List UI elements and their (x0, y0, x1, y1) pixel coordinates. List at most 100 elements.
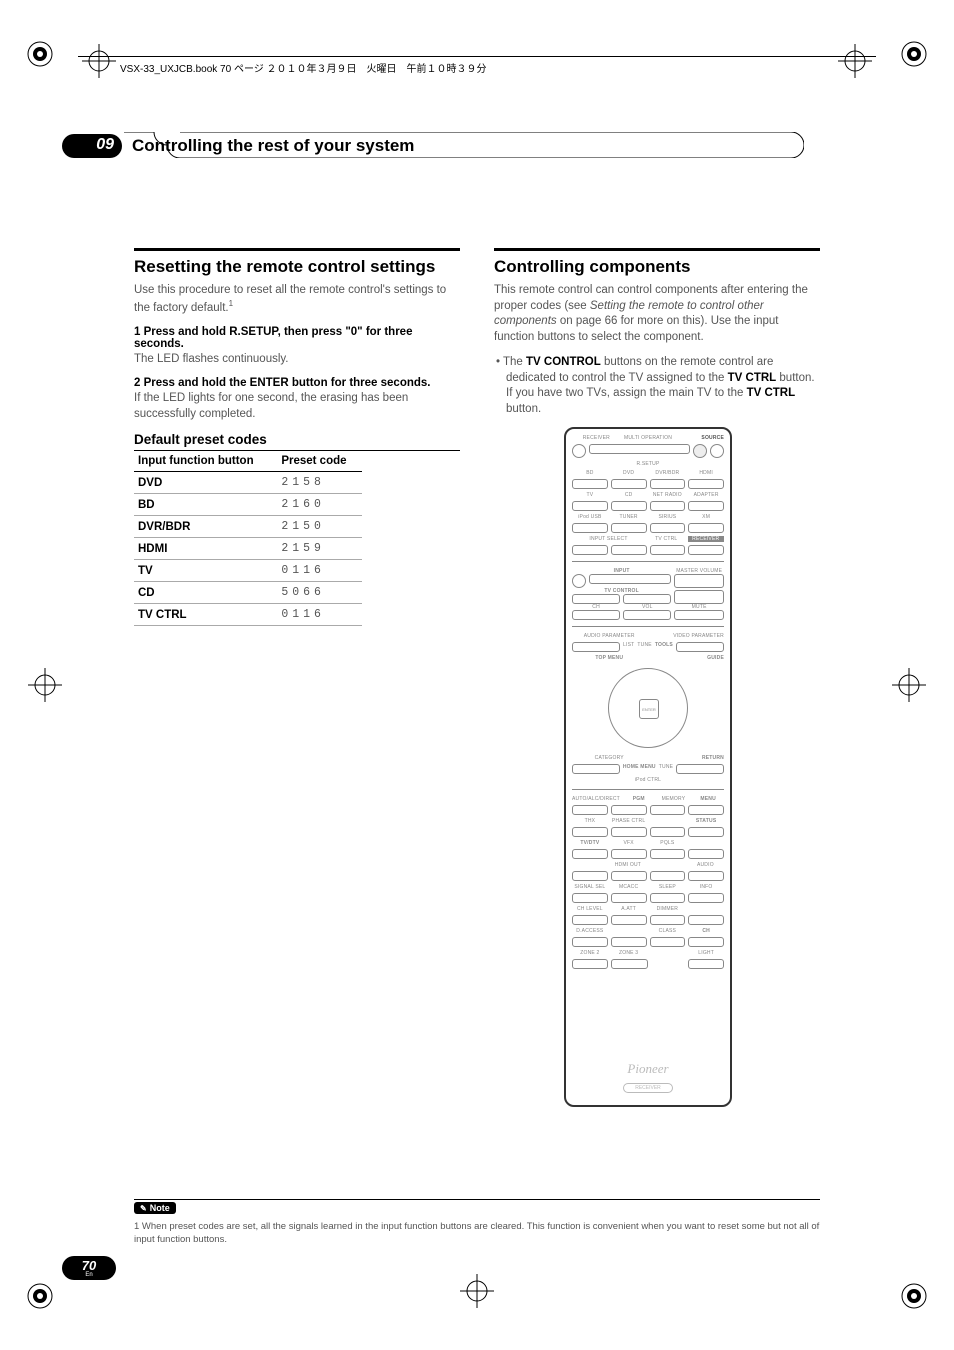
page-number-tab: 70 En (62, 1256, 116, 1280)
remote-label: AUTO/ALC/DIRECT (572, 796, 620, 802)
remote-button (572, 479, 608, 489)
remote-label: CH LEVEL (572, 906, 608, 912)
rewind-icon (572, 827, 608, 837)
remote-button (688, 871, 724, 881)
intro-paragraph-right: This remote control can control componen… (494, 283, 820, 345)
tool-icon (676, 642, 724, 652)
remote-button (589, 574, 671, 584)
num-7-button (572, 915, 608, 925)
remote-button (611, 523, 647, 533)
remote-button (688, 805, 724, 815)
remote-label: HDMI OUT (572, 862, 684, 868)
remote-label: iPod USB (572, 514, 608, 520)
remote-label: ZONE 2 (572, 950, 608, 956)
home-icon (572, 764, 620, 774)
remote-label: RECEIVER (572, 435, 621, 441)
remote-label: PQLS (650, 840, 686, 846)
table-row: TV0116 (134, 560, 362, 582)
remote-button (688, 545, 724, 555)
table-row: TV CTRL0116 (134, 604, 362, 626)
remote-button (572, 523, 608, 533)
remote-label: TV (572, 492, 608, 498)
subsection-heading-preset: Default preset codes (134, 432, 460, 451)
remote-button (650, 805, 686, 815)
ch-down-button (688, 937, 724, 947)
remote-label: MULTI OPERATION (624, 435, 673, 441)
remote-label: SOURCE (675, 435, 724, 441)
remote-label: SLEEP (650, 884, 686, 890)
remote-button (688, 501, 724, 511)
remote-label: ZONE 3 (611, 950, 647, 956)
power-icon (572, 444, 586, 458)
num-6-button (650, 893, 686, 903)
chapter-number: 09 (96, 136, 114, 154)
section-rule (134, 248, 460, 251)
remote-label: VFX (611, 840, 647, 846)
table-row: BD2160 (134, 494, 362, 516)
note-rule (134, 1199, 820, 1200)
remote-label: PHASE CTRL (611, 818, 647, 824)
prev-track-icon (572, 849, 608, 859)
crosshair-icon (460, 1274, 494, 1308)
num-2-button (611, 871, 647, 881)
remote-label: AUDIO (687, 862, 724, 868)
remote-label: CH (688, 928, 724, 934)
table-header-code: Preset code (277, 451, 362, 472)
note-tag: Note (134, 1202, 176, 1214)
remote-label: R.SETUP (572, 461, 724, 467)
crosshair-icon (892, 668, 926, 702)
left-column: Resetting the remote control settings Us… (134, 248, 460, 1107)
remote-label: MCACC (611, 884, 647, 890)
mute-icon (674, 610, 724, 620)
remote-label: MENU (692, 796, 724, 802)
remote-label: LIST (623, 642, 634, 652)
step-2-heading: 2 Press and hold the ENTER button for th… (134, 377, 460, 389)
table-row: DVD2158 (134, 472, 362, 494)
remote-button (589, 444, 690, 454)
remote-label: MEMORY (658, 796, 690, 802)
remote-label: ADAPTER (688, 492, 724, 498)
remote-label: TV CTRL (648, 536, 685, 542)
bullet-tv-control: • The TV CONTROL buttons on the remote c… (506, 355, 820, 417)
remote-label: D.ACCESS (572, 928, 608, 934)
remote-label: A.ATT (611, 906, 647, 912)
section-heading-controlling: Controlling components (494, 257, 820, 277)
intro-paragraph: Use this procedure to reset all the remo… (134, 283, 460, 316)
play-icon (650, 827, 686, 837)
remote-label: HOME MENU (623, 764, 656, 774)
remote-button (572, 959, 608, 969)
remote-label: HDMI (688, 470, 724, 476)
remote-label: DIMMER (650, 906, 686, 912)
remote-label: VIDEO PARAMETER (650, 633, 725, 639)
table-row: HDMI2159 (134, 538, 362, 560)
step-1-heading: 1 Press and hold R.SETUP, then press "0"… (134, 326, 460, 350)
preset-code-table: Input function button Preset code DVD215… (134, 451, 362, 626)
remote-label: RETURN (650, 755, 725, 761)
chapter-tab: 09 (62, 134, 122, 158)
volume-down-icon (674, 590, 724, 604)
num-8-button (611, 915, 647, 925)
page-number: 70 (82, 1259, 96, 1272)
disp-button (688, 893, 724, 903)
navigation-pad: ENTER (608, 668, 688, 748)
num-9-button (650, 915, 686, 925)
remote-label: RECEIVER (688, 536, 725, 542)
remote-button (611, 479, 647, 489)
remote-label: XM (688, 514, 724, 520)
ch-up-button (688, 915, 724, 925)
next-track-icon (688, 849, 724, 859)
num-1-button (572, 871, 608, 881)
indicator-icon (693, 444, 707, 458)
remote-label: TOOLS (655, 642, 673, 652)
step-1-body: The LED flashes continuously. (134, 352, 460, 368)
minus-icon (572, 610, 620, 620)
return-icon (676, 764, 724, 774)
play-back-icon (611, 827, 647, 837)
remote-label: iPod CTRL (572, 777, 724, 783)
remote-label: INFO (688, 884, 724, 890)
step-2-body: If the LED lights for one second, the er… (134, 391, 460, 422)
right-column: Controlling components This remote contr… (494, 248, 820, 1107)
page-lang: En (85, 1272, 92, 1278)
num-0-button (611, 937, 647, 947)
remote-label: PGM (623, 796, 655, 802)
